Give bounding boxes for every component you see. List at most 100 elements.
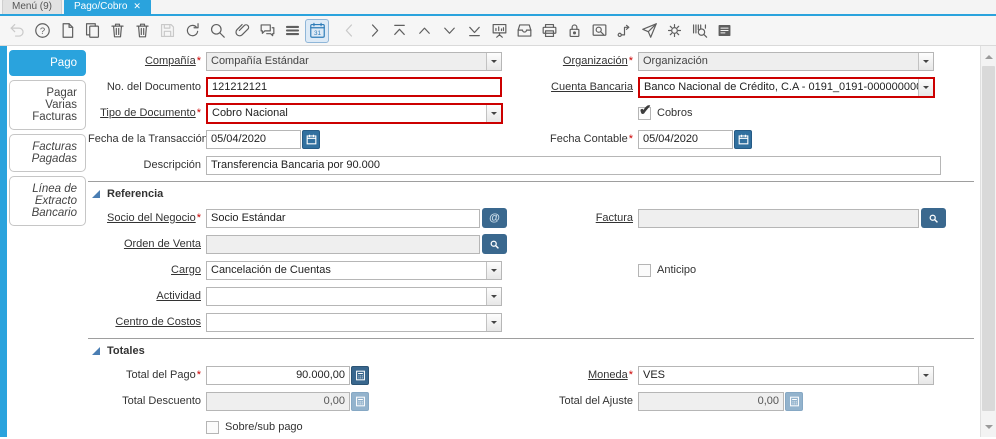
cuenta-bancaria-value: Banco Nacional de Crédito, C.A - 0191_01… <box>640 79 918 96</box>
product-info-icon <box>690 21 709 40</box>
compania-select[interactable]: Compañía Estándar <box>206 52 502 71</box>
section-divider <box>88 338 974 339</box>
sidebar-tab-facturas-pagadas[interactable]: Facturas Pagadas <box>9 134 86 172</box>
zoom-across-button[interactable] <box>587 19 611 43</box>
sidebar-tab-pagar-varias-facturas[interactable]: Pagar Varias Facturas <box>9 80 86 130</box>
workflow-button[interactable] <box>612 19 636 43</box>
cobros-checkbox[interactable] <box>638 107 651 120</box>
socio-negocio-input[interactable] <box>206 209 480 228</box>
chevron-down-icon[interactable] <box>486 53 501 70</box>
chevron-down-icon[interactable] <box>486 288 501 305</box>
chevron-down-icon[interactable] <box>486 314 501 331</box>
preferences-button[interactable] <box>662 19 686 43</box>
chevron-down-icon[interactable] <box>486 105 501 122</box>
sidebar-tabs: Pago Pagar Varias Facturas Facturas Pagada… <box>7 46 86 226</box>
product-info-button[interactable] <box>687 19 711 43</box>
cuenta-bancaria-select[interactable]: Banco Nacional de Crédito, C.A - 0191_01… <box>638 77 935 98</box>
centro-costos-select[interactable] <box>206 313 502 332</box>
total-descuento-input[interactable] <box>206 392 350 411</box>
total-descuento-label: Total Descuento <box>88 395 206 407</box>
calculator-button-disabled <box>785 392 803 411</box>
total-pago-input[interactable] <box>206 366 350 385</box>
descripcion-label: Descripción <box>88 159 206 171</box>
pago-cobro-window: Menú (9) Pago/Cobro ✕ ? 31 Pago Pagar Vari… <box>0 0 996 439</box>
send-mail-button[interactable] <box>637 19 661 43</box>
total-ajuste-input[interactable] <box>638 392 784 411</box>
new-record-button[interactable] <box>55 19 79 43</box>
search-icon <box>489 239 500 250</box>
close-icon[interactable]: ✕ <box>133 2 141 11</box>
chevron-down-icon[interactable] <box>918 367 933 384</box>
fecha-contable-label: Fecha Contable* <box>540 133 638 145</box>
previous-record-button[interactable] <box>412 19 436 43</box>
report-icon <box>490 21 509 40</box>
tab-pago-cobro[interactable]: Pago/Cobro ✕ <box>64 0 151 14</box>
fecha-transaccion-label: Fecha de la Transacción* <box>88 133 206 145</box>
factura-label: Factura <box>540 212 638 224</box>
toggle-grid-button[interactable] <box>280 19 304 43</box>
print-button[interactable] <box>537 19 561 43</box>
help-button[interactable]: ? <box>30 19 54 43</box>
report-button[interactable] <box>487 19 511 43</box>
calendar-button[interactable]: 31 <box>305 19 329 43</box>
find-button[interactable] <box>205 19 229 43</box>
chat-button[interactable] <box>255 19 279 43</box>
sidebar-tab-pago[interactable]: Pago <box>9 50 86 76</box>
section-referencia[interactable]: Referencia <box>92 187 978 201</box>
actividad-value <box>207 288 486 305</box>
svg-text:31: 31 <box>313 30 321 37</box>
descripcion-input[interactable] <box>206 156 941 175</box>
business-partner-info-button[interactable]: @ <box>482 208 507 228</box>
delete-selection-button[interactable] <box>130 19 154 43</box>
tipo-documento-value: Cobro Nacional <box>208 105 486 122</box>
toggle-grid-icon <box>283 21 302 40</box>
no-documento-input[interactable] <box>206 77 502 97</box>
tab-pago-cobro-label: Pago/Cobro <box>74 1 127 12</box>
moneda-select[interactable]: VES <box>638 366 934 385</box>
attachment-button[interactable] <box>230 19 254 43</box>
cobros-label: Cobros <box>657 107 692 119</box>
tipo-documento-select[interactable]: Cobro Nacional <box>206 103 503 124</box>
calendar-picker-button[interactable] <box>302 130 320 149</box>
cargo-select[interactable]: Cancelación de Cuentas <box>206 261 502 280</box>
scroll-down-button[interactable] <box>981 419 996 435</box>
calculator-button[interactable] <box>351 366 369 385</box>
tab-menu[interactable]: Menú (9) <box>2 0 62 14</box>
chevron-down-icon[interactable] <box>918 53 933 70</box>
centro-costos-value <box>207 314 486 331</box>
organizacion-select[interactable]: Organización <box>638 52 934 71</box>
copy-record-button[interactable] <box>80 19 104 43</box>
chevron-down-icon[interactable] <box>918 79 933 96</box>
calendar-picker-button[interactable] <box>734 130 752 149</box>
anticipo-checkbox[interactable] <box>638 264 651 277</box>
delete-record-button[interactable] <box>105 19 129 43</box>
orden-venta-label: Orden de Venta <box>88 238 206 250</box>
next-record-button[interactable] <box>437 19 461 43</box>
chevron-down-icon[interactable] <box>486 262 501 279</box>
lock-button[interactable] <box>562 19 586 43</box>
forward-icon <box>365 21 384 40</box>
orden-venta-search-button[interactable] <box>482 234 507 254</box>
section-totales[interactable]: Totales <box>92 344 978 358</box>
forward-button[interactable] <box>362 19 386 43</box>
fecha-contable-input[interactable] <box>638 130 733 149</box>
actividad-select[interactable] <box>206 287 502 306</box>
calendar-icon <box>306 134 317 145</box>
first-record-button[interactable] <box>387 19 411 43</box>
scrollbar-thumb[interactable] <box>982 66 995 411</box>
postit-button[interactable] <box>712 19 736 43</box>
sidebar-accent-strip <box>0 46 7 437</box>
refresh-button[interactable] <box>180 19 204 43</box>
fecha-transaccion-input[interactable] <box>206 130 301 149</box>
sidebar-tab-linea-de-extracto-bancario[interactable]: Línea de Extracto Bancario <box>9 176 86 226</box>
sobre-sub-pago-checkbox[interactable] <box>206 421 219 434</box>
delete-record-icon <box>108 21 127 40</box>
factura-search-button[interactable] <box>921 208 946 228</box>
vertical-scrollbar[interactable] <box>980 46 996 437</box>
scroll-up-button[interactable] <box>981 48 996 64</box>
archive-button[interactable] <box>512 19 536 43</box>
first-record-icon <box>390 21 409 40</box>
last-record-button[interactable] <box>462 19 486 43</box>
factura-input[interactable] <box>638 209 919 228</box>
orden-venta-input[interactable] <box>206 235 480 254</box>
